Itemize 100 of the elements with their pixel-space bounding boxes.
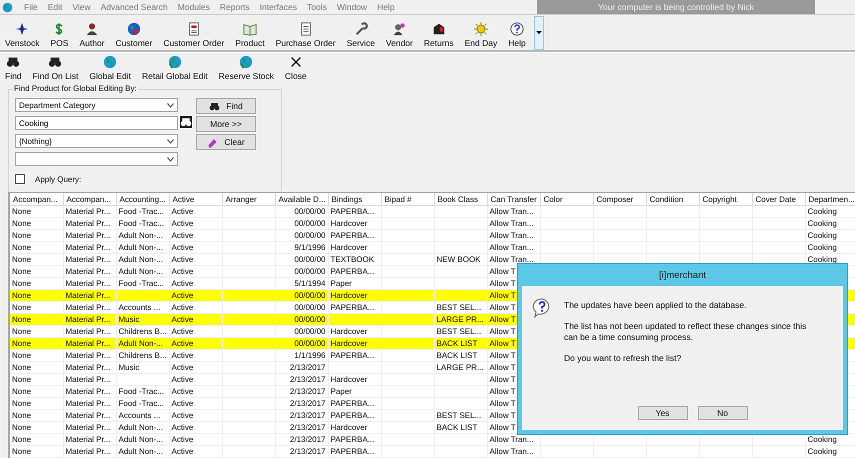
more-button[interactable]: More >> xyxy=(196,116,256,132)
toolbar-button[interactable]: Find On List xyxy=(30,55,82,83)
table-cell: None xyxy=(10,338,63,350)
toolbar-button[interactable]: Author xyxy=(76,22,108,50)
table-cell: None xyxy=(10,242,63,254)
menu-item[interactable]: Window xyxy=(332,2,372,12)
table-cell: Active xyxy=(169,206,222,218)
binoculars-icon xyxy=(209,100,220,112)
document-icon xyxy=(298,22,313,36)
globe-icon xyxy=(239,55,254,69)
table-cell: Hardcover xyxy=(328,218,381,230)
find-button[interactable]: Find xyxy=(196,98,256,114)
column-header[interactable]: Copyright xyxy=(699,193,752,206)
toolbar-button[interactable]: POS xyxy=(48,22,72,50)
toolbar-button[interactable]: Vendor xyxy=(382,22,416,50)
table-cell: Cooking xyxy=(805,230,855,242)
binoculars-icon[interactable] xyxy=(180,116,192,128)
table-cell: Active xyxy=(169,338,222,350)
column-header[interactable]: Book Class xyxy=(434,193,487,206)
menu-item[interactable]: Interfaces xyxy=(254,2,302,12)
dropdown-button[interactable] xyxy=(534,16,544,50)
column-header[interactable]: Color xyxy=(540,193,593,206)
table-cell: Material Pr... xyxy=(63,314,116,326)
globe-icon xyxy=(103,55,118,69)
menu-item[interactable]: Tools xyxy=(302,2,332,12)
column-header[interactable]: Cover Date xyxy=(752,193,805,206)
table-cell: Active xyxy=(169,386,222,398)
dialog-button[interactable]: No xyxy=(698,406,748,420)
menu-item[interactable]: File xyxy=(19,2,43,12)
column-header[interactable]: Departmen... xyxy=(805,193,855,206)
toolbar-button[interactable]: Global Edit xyxy=(86,55,134,83)
dialog-button[interactable]: Yes xyxy=(638,406,688,420)
table-cell: Material Pr... xyxy=(63,422,116,434)
clear-button[interactable]: Clear xyxy=(196,134,256,150)
table-cell: Active xyxy=(169,446,222,458)
table-cell: Adult Non-... xyxy=(116,338,169,350)
table-cell: None xyxy=(10,290,63,302)
table-cell: Food -Trac... xyxy=(116,218,169,230)
column-header[interactable]: Composer xyxy=(593,193,646,206)
person-icon xyxy=(392,22,406,36)
column-header[interactable]: Active xyxy=(169,193,222,206)
menu-item[interactable]: Modules xyxy=(172,2,215,12)
book-icon xyxy=(242,22,257,36)
table-cell: Active xyxy=(169,350,222,362)
toolbar-button[interactable]: Purchase Order xyxy=(272,22,339,50)
table-cell: Material Pr... xyxy=(63,446,116,458)
column-header[interactable]: Arranger xyxy=(222,193,275,206)
table-cell: Hardcover xyxy=(328,422,381,434)
toolbar-button[interactable]: End Day xyxy=(462,22,500,50)
table-cell: Food -Trac... xyxy=(116,398,169,410)
table-cell: 00/00/00 xyxy=(275,218,328,230)
table-cell: Material Pr... xyxy=(63,410,116,422)
column-header[interactable]: Available D... xyxy=(275,193,328,206)
table-cell: None xyxy=(10,314,63,326)
toolbar-button[interactable]: Service xyxy=(344,22,378,50)
toolbar-button[interactable]: Venstock xyxy=(2,22,42,50)
column-header[interactable]: Accompan... xyxy=(63,193,116,206)
toolbar-button[interactable]: Find xyxy=(2,55,25,83)
column-header[interactable]: Accounting... xyxy=(116,193,169,206)
field-combo[interactable]: Department Category xyxy=(15,98,178,112)
person-icon xyxy=(84,22,99,36)
column-header[interactable]: Condition xyxy=(646,193,699,206)
apply-query-checkbox[interactable] xyxy=(15,174,25,184)
table-cell: TEXTBOOK xyxy=(328,254,381,266)
toolbar-button[interactable]: Help xyxy=(505,22,529,50)
menu-item[interactable]: Advanced Search xyxy=(96,2,173,12)
search-field[interactable]: Cooking xyxy=(15,116,178,130)
toolbar-button[interactable]: Retail Global Edit xyxy=(138,55,211,83)
toolbar-button[interactable]: Product xyxy=(232,22,268,50)
toolbar-button[interactable]: Returns xyxy=(420,22,457,50)
toolbar-button[interactable]: Close xyxy=(282,55,310,83)
table-cell: Active xyxy=(169,398,222,410)
menu-item[interactable]: Help xyxy=(372,2,400,12)
column-header[interactable]: Bindings xyxy=(328,193,381,206)
table-cell: Cooking xyxy=(805,206,855,218)
table-cell: Allow Tran... xyxy=(487,218,540,230)
table-cell: None xyxy=(10,230,63,242)
dialog-message: Do you want to refresh the list? xyxy=(564,353,682,364)
table-cell: None xyxy=(10,254,63,266)
table-cell: Active xyxy=(169,254,222,266)
toolbar-button[interactable]: Customer Order xyxy=(160,22,228,50)
column-header[interactable]: Can Transfer xyxy=(487,193,540,206)
table-cell: Cooking xyxy=(805,218,855,230)
table-cell: 00/00/00 xyxy=(275,314,328,326)
globe-icon[interactable] xyxy=(2,2,13,12)
table-cell: None xyxy=(10,422,63,434)
table-cell: None xyxy=(10,434,63,446)
condition-combo[interactable]: {Nothing} xyxy=(15,134,178,148)
table-cell: Adult Non-... xyxy=(116,254,169,266)
menu-item[interactable]: Reports xyxy=(214,2,255,12)
table-cell: PAPERBA... xyxy=(328,434,381,446)
table-cell: 2/13/2017 xyxy=(275,434,328,446)
table-cell: NEW BOOK xyxy=(434,254,487,266)
column-header[interactable]: Accompan... xyxy=(10,193,63,206)
star-icon xyxy=(15,22,30,36)
column-header[interactable]: Bipad # xyxy=(381,193,434,206)
menu-item[interactable]: View xyxy=(67,2,96,12)
menu-item[interactable]: Edit xyxy=(42,2,68,12)
toolbar-button[interactable]: Customer xyxy=(112,22,156,50)
toolbar-button[interactable]: Reserve Stock xyxy=(216,55,277,83)
